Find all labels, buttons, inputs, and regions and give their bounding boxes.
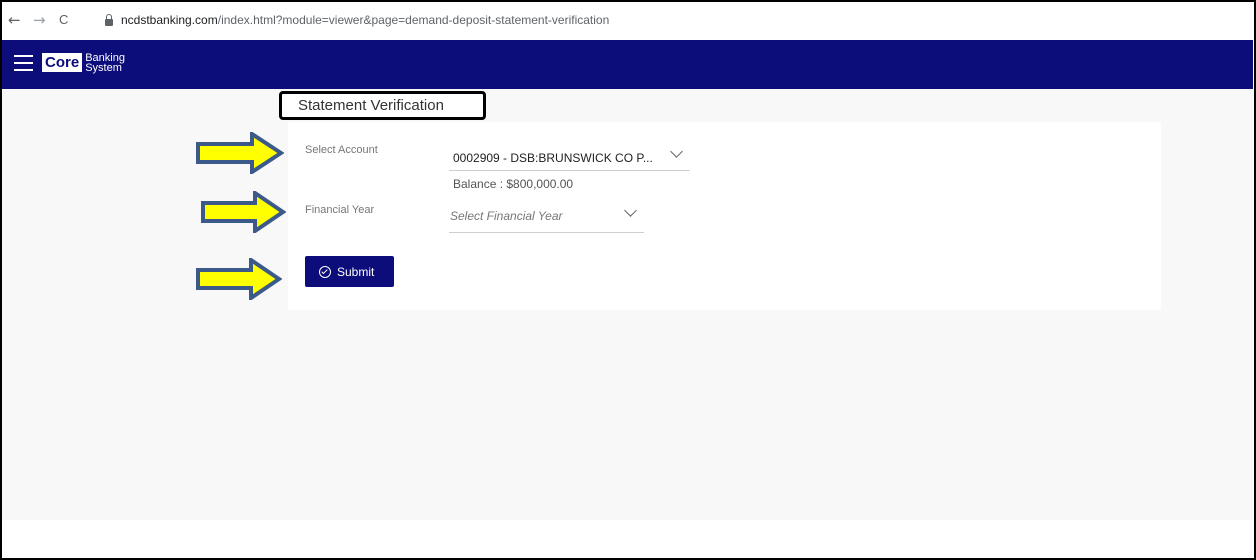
url-host: ncdstbanking.com [121, 13, 218, 27]
financial-year-placeholder[interactable]: Select Financial Year [450, 209, 563, 223]
annotation-arrow-year [201, 191, 286, 233]
logo-caption: Banking System [85, 52, 125, 74]
page-title-box: Statement Verification [279, 91, 486, 120]
lock-icon [105, 13, 113, 26]
page-title: Statement Verification [298, 97, 444, 114]
browser-toolbar: ← → C ncdstbanking.com/index.html?module… [2, 2, 1253, 41]
reload-icon[interactable]: C [59, 12, 68, 27]
arrow-shape [196, 132, 284, 174]
account-label: Select Account [305, 144, 378, 156]
back-arrow-icon[interactable]: ← [8, 11, 21, 29]
app-header: Core Banking System [2, 40, 1253, 89]
account-select-underline [449, 170, 690, 171]
url-path: /index.html?module=viewer&page=demand-de… [217, 13, 610, 27]
page-footer-area [2, 520, 1253, 556]
submit-button[interactable]: Submit [305, 256, 394, 287]
financial-year-label: Financial Year [305, 204, 375, 216]
core-banking-logo[interactable]: Core Banking System [42, 52, 125, 74]
address-bar[interactable]: ncdstbanking.com/index.html?module=viewe… [105, 10, 609, 30]
account-select-value[interactable]: 0002909 - DSB:BRUNSWICK CO P... [453, 151, 653, 165]
arrow-shape [201, 191, 286, 233]
submit-label: Submit [337, 264, 375, 279]
logo-core-text: Core [42, 53, 83, 72]
arrow-shape [196, 258, 282, 300]
hamburger-menu-icon[interactable] [14, 55, 33, 71]
annotation-arrow-account [196, 132, 284, 174]
check-circle-icon [319, 265, 331, 278]
account-balance: Balance : $800,000.00 [453, 177, 574, 191]
financial-year-underline [449, 232, 644, 233]
forward-arrow-icon[interactable]: → [33, 11, 46, 29]
annotation-arrow-submit [196, 258, 282, 300]
form-card [288, 122, 1161, 310]
